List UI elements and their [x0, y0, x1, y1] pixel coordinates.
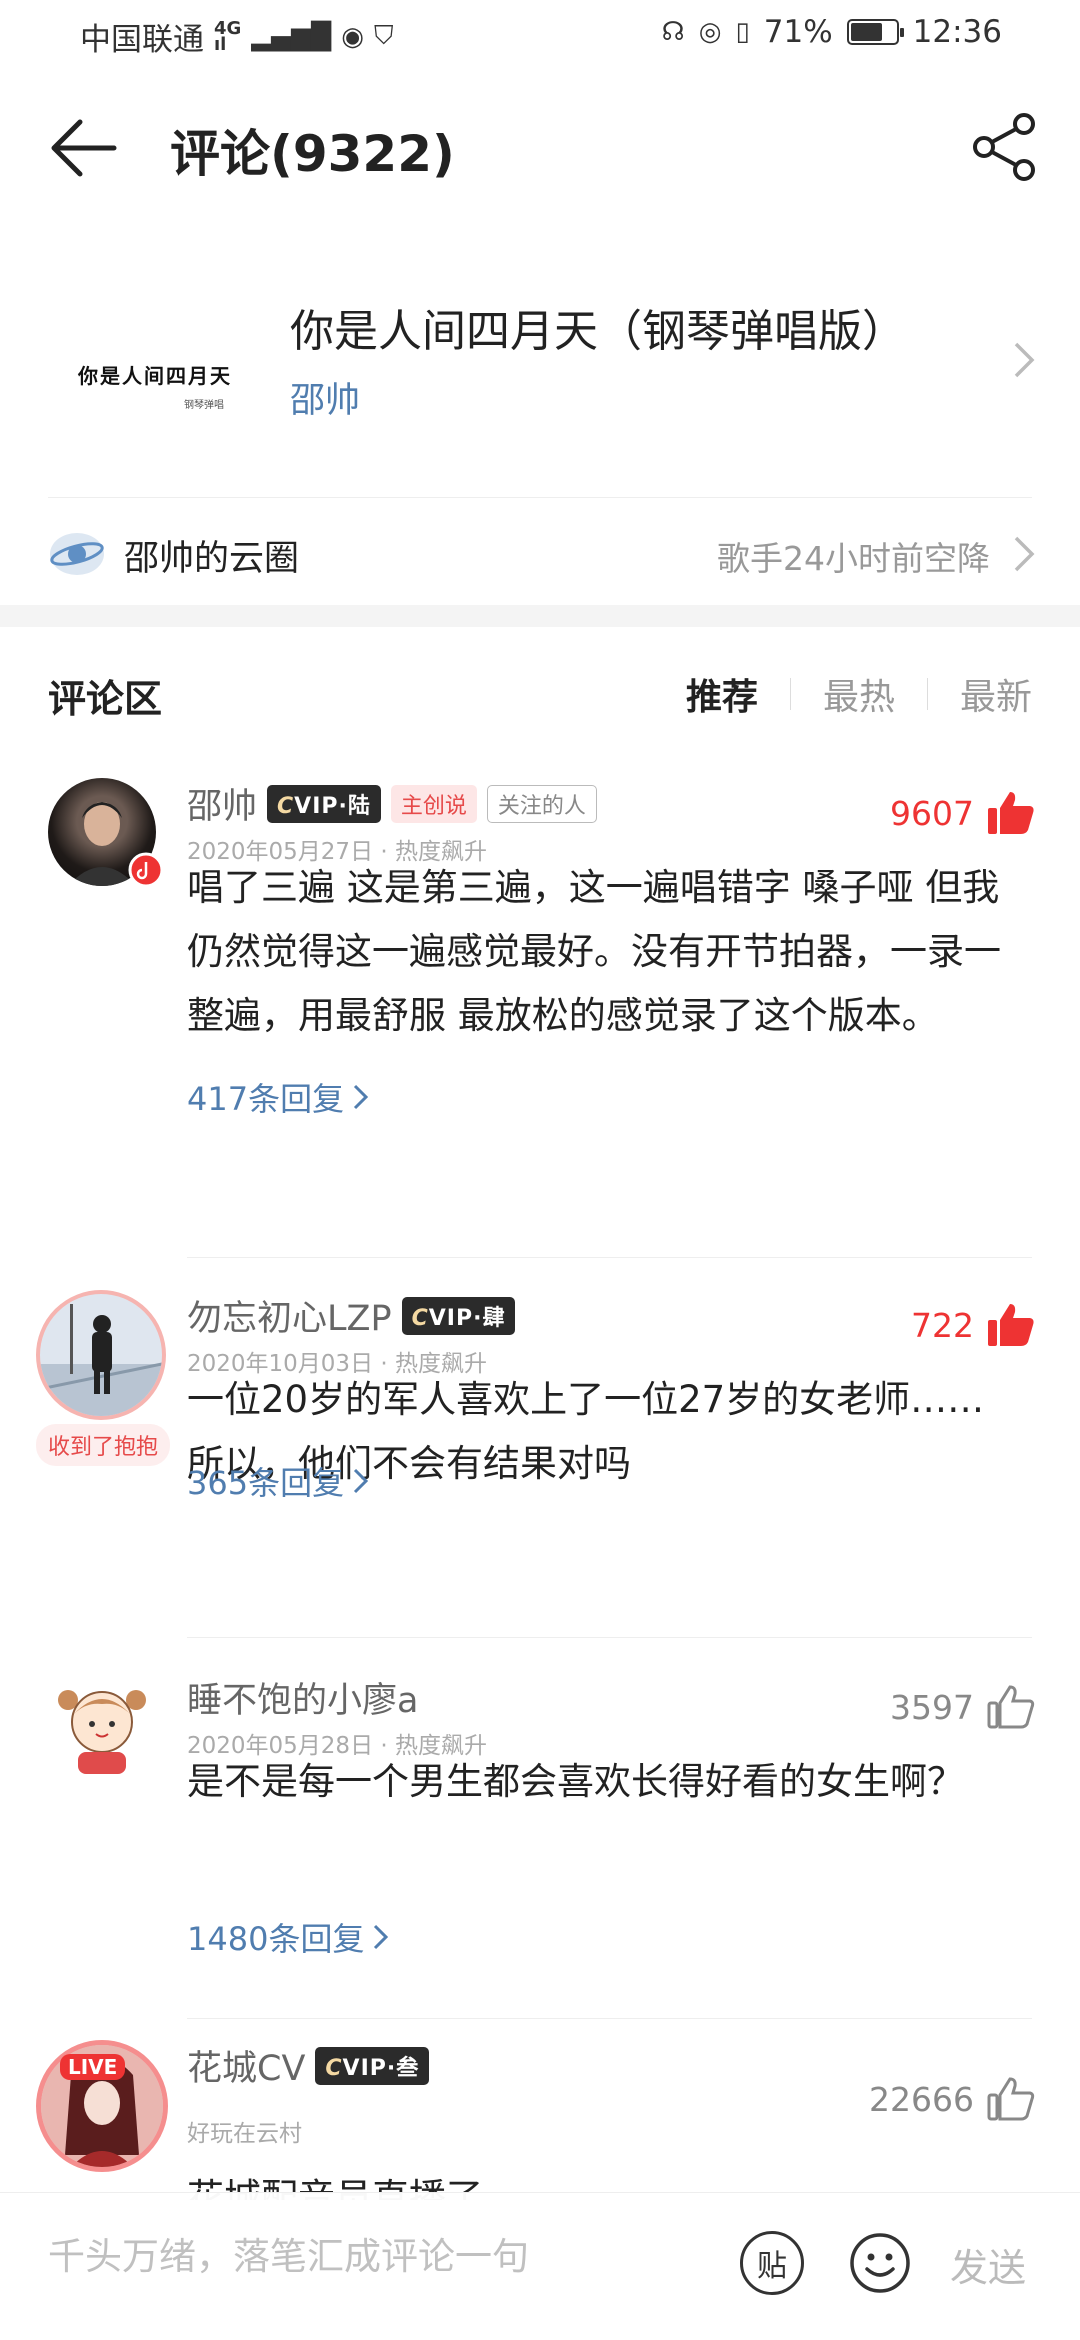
chevron-right-icon: [1014, 536, 1035, 572]
comment-text: 是不是每一个男生都会喜欢长得好看的女生啊？: [187, 1760, 964, 1803]
arrow-left-icon[interactable]: [48, 116, 118, 180]
shield-icon: ⛉: [373, 21, 394, 51]
divider: [48, 497, 1032, 498]
creator-tag: 主创说: [390, 784, 477, 823]
avatar[interactable]: [36, 1290, 166, 1420]
send-button[interactable]: 发送: [950, 2237, 1026, 2292]
chevron-right-icon: [374, 1924, 389, 1950]
emoji-icon[interactable]: [848, 2231, 912, 2295]
sort-newest[interactable]: 最新: [960, 668, 1032, 720]
comment-input-bar: 贴 发送: [0, 2192, 1080, 2340]
sort-divider: [789, 678, 791, 710]
replies-count: 417条回复: [187, 1080, 345, 1118]
page-title: 评论(9322): [170, 125, 455, 183]
user-name-row: 花城CV CVIP·叁: [187, 2040, 430, 2091]
hotspot-icon: ◉: [341, 21, 364, 52]
comments-section-title: 评论区: [48, 677, 163, 721]
musician-badge-icon: [128, 852, 164, 888]
song-card[interactable]: 你是人间四月天 钢琴弹唱 你是人间四月天（钢琴弹唱版） 邵帅: [0, 260, 1080, 490]
user-photo-icon: [40, 1304, 162, 1416]
user-name-row: 睡不饱的小廖a: [187, 1672, 418, 1723]
live-badge: LIVE: [60, 2054, 126, 2080]
replies-count: 1480条回复: [187, 1920, 365, 1958]
song-artist[interactable]: 邵帅: [290, 372, 360, 423]
cartoon-girl-icon: [58, 1690, 146, 1774]
chevron-right-icon: [354, 1468, 369, 1494]
song-title: 你是人间四月天（钢琴弹唱版）: [290, 306, 906, 357]
song-cover: 你是人间四月天 钢琴弹唱: [48, 300, 248, 450]
like-button[interactable]: 3597: [890, 1684, 1036, 1730]
replies-link[interactable]: 1480条回复: [187, 1914, 390, 1960]
chevron-right-icon: [354, 1084, 369, 1110]
eye-icon: ◎: [698, 17, 722, 47]
share-icon[interactable]: [970, 112, 1040, 182]
cloud-circle-row[interactable]: 邵帅的云圈 歌手24小时前空降: [0, 500, 1080, 605]
like-button[interactable]: 722: [911, 1302, 1036, 1348]
like-button[interactable]: 9607: [890, 790, 1036, 836]
like-count: 722: [911, 1305, 974, 1345]
user-name-row: 勿忘初心LZP CVIP·肆: [187, 1290, 516, 1341]
cover-subtitle: 钢琴弹唱: [184, 400, 224, 411]
cloud-circle-icon: [50, 533, 104, 575]
like-count: 9607: [890, 793, 974, 833]
like-count: 22666: [869, 2079, 974, 2119]
sort-divider: [926, 678, 928, 710]
sticker-button[interactable]: 贴: [740, 2231, 804, 2295]
sort-hot[interactable]: 最热: [823, 668, 895, 720]
divider: [187, 1257, 1032, 1258]
like-count: 3597: [890, 1687, 974, 1727]
status-bar: 中国联通 4G ıl ▂▄▆█ ◉ ⛉ ☊ ◎ ▯ 71% 12:36: [0, 0, 1080, 72]
section-gap: [0, 605, 1080, 627]
user-name[interactable]: 勿忘初心LZP: [187, 1290, 392, 1341]
clock: 12:36: [912, 14, 1002, 50]
thumbs-up-filled-icon: [988, 1304, 1034, 1346]
hug-badge: 收到了抱抱: [36, 1424, 171, 1466]
following-tag: 关注的人: [486, 784, 597, 823]
comment-item: 邵帅 CVIP·陆 主创说 关注的人 2020年05月27日 · 热度飙升 96…: [0, 778, 1080, 1258]
comment-input[interactable]: [48, 2235, 708, 2278]
divider: [187, 1637, 1032, 1638]
divider: [187, 2018, 1032, 2019]
user-name[interactable]: 睡不饱的小廖a: [187, 1672, 418, 1723]
comment-item: LIVE 花城CV CVIP·叁 好玩在云村 22666 花城配音员直播了: [0, 2040, 1080, 2200]
signal-bars-icon: ▂▄▆█: [251, 21, 332, 52]
comment-text: 唱了三遍 这是第三遍，这一遍唱错字 嗓子哑 但我仍然觉得这一遍感觉最好。没有开节…: [187, 866, 1001, 1037]
vip-badge: CVIP·陆: [267, 784, 381, 823]
sort-recommended[interactable]: 推荐: [686, 668, 758, 720]
signal-icon: 4G ıl: [214, 17, 242, 55]
vip-badge: CVIP·肆: [401, 1296, 516, 1335]
replies-count: 365条回复: [187, 1464, 345, 1502]
avatar[interactable]: [48, 1672, 156, 1780]
thumbs-up-icon: [987, 2077, 1035, 2121]
battery-icon: [846, 19, 904, 45]
carrier-label: 中国联通: [80, 22, 204, 58]
replies-link[interactable]: 365条回复: [187, 1458, 370, 1504]
vip-badge: CVIP·叁: [315, 2046, 430, 2085]
cover-title: 你是人间四月天: [78, 364, 232, 388]
battery-percent: 71%: [763, 14, 833, 50]
thumbs-up-filled-icon: [988, 792, 1034, 834]
like-button[interactable]: 22666: [869, 2076, 1036, 2122]
user-name[interactable]: 花城CV: [187, 2040, 305, 2091]
vibrate-icon: ▯: [735, 17, 750, 47]
comment-item: 收到了抱抱 勿忘初心LZP CVIP·肆 2020年10月03日 · 热度飙升 …: [0, 1290, 1080, 1650]
comment-item: 睡不饱的小廖a 2020年05月28日 · 热度飙升 3597 是不是每一个男生…: [0, 1672, 1080, 2032]
user-name[interactable]: 邵帅: [187, 778, 257, 829]
thumbs-up-icon: [987, 1685, 1035, 1729]
replies-link[interactable]: 417条回复: [187, 1074, 370, 1120]
headphones-icon: ☊: [661, 17, 685, 47]
comment-meta: 好玩在云村: [187, 2121, 302, 2147]
header: 评论(9322): [0, 72, 1080, 232]
circle-status: 歌手24小时前空降: [717, 539, 990, 578]
user-name-row: 邵帅 CVIP·陆 主创说 关注的人: [187, 778, 597, 829]
sort-tabs: 推荐 最热 最新: [686, 668, 1032, 720]
chevron-right-icon: [1014, 342, 1035, 378]
circle-label: 邵帅的云圈: [124, 539, 300, 579]
